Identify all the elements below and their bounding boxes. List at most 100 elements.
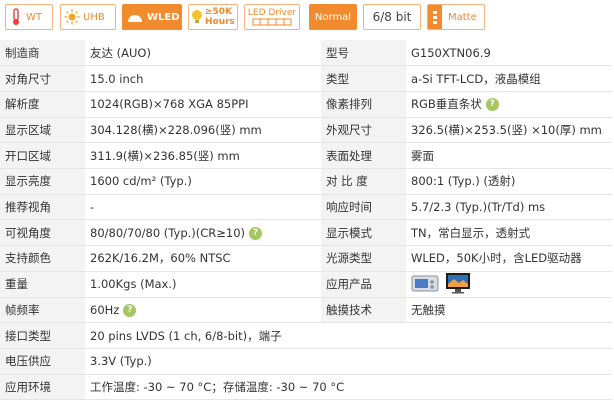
spec-value: TN，常白显示，透射式: [406, 219, 612, 246]
spec-value: [406, 271, 612, 298]
spec-value: 326.5(横)×253.5(竖) ×10(厚) mm: [406, 117, 612, 144]
spec-value: -: [85, 194, 321, 221]
spec-value-text: 15.0 inch: [90, 71, 144, 86]
spec-label: 解析度: [0, 91, 85, 118]
spec-label-text: 帧频率: [5, 303, 40, 318]
spec-value: RGB垂直条状?: [406, 91, 612, 118]
table-row: 电压供应 3.3V (Typ.): [0, 348, 612, 375]
badge-led-driver: LED Driver: [244, 4, 300, 30]
spec-value-text: 304.128(横)×228.096(竖) mm: [90, 122, 262, 137]
spec-label-text: 重量: [5, 277, 28, 292]
spec-label: 显示区域: [0, 117, 85, 144]
badge-label: UHB: [83, 11, 105, 23]
spec-label-text: 型号: [326, 45, 349, 60]
spec-value-text: 5.7/2.3 (Typ.)(Tr/Td) ms: [411, 199, 546, 214]
spec-label: 电压供应: [0, 348, 85, 375]
spec-label: 表面处理: [321, 142, 406, 169]
spec-value-text: 3.3V (Typ.): [90, 354, 152, 369]
question-icon[interactable]: ?: [485, 98, 499, 112]
spec-label: 响应时间: [321, 194, 406, 221]
badge-wt: WT: [5, 4, 53, 30]
spec-label-text: 制造商: [5, 45, 40, 60]
table-row: 应用环境 工作温度: -30 ~ 70 °C；存储温度: -30 ~ 70 °C: [0, 374, 612, 401]
spec-label-text: 类型: [326, 71, 349, 86]
spec-label-text: 电压供应: [5, 354, 51, 369]
spec-value: 5.7/2.3 (Typ.)(Tr/Td) ms: [406, 194, 612, 221]
spec-label-text: 响应时间: [326, 199, 372, 214]
spec-value: 304.128(横)×228.096(竖) mm: [85, 117, 321, 144]
spec-label-text: 显示亮度: [5, 174, 51, 189]
spec-label: 支持颜色: [0, 245, 85, 272]
thermometer-icon: [6, 8, 26, 26]
spec-label: 对 比 度: [321, 168, 406, 195]
sun-icon: [61, 9, 83, 25]
spec-value-text: 无触摸: [411, 303, 446, 318]
spec-label: 像素排列: [321, 91, 406, 118]
badge-hours: ≥50K Hours: [188, 4, 238, 30]
spec-label-text: 光源类型: [326, 251, 372, 266]
spec-value-text: a-Si TFT-LCD，液晶模组: [411, 71, 541, 86]
badge-bit: 6/8 bit: [363, 4, 421, 30]
spec-table: 制造商 友达 (AUO) 型号 G150XTN06.9 对角尺寸 15.0 inch 类型 a…: [0, 40, 612, 401]
spec-value-text: G150XTN06.9: [411, 45, 491, 60]
spec-value: 80/80/70/80 (Typ.)(CR≥10)?: [85, 219, 321, 246]
spec-label-text: 表面处理: [326, 148, 372, 163]
spec-value-text: 1600 cd/m² (Typ.): [90, 174, 192, 189]
spec-value-text: 1.00Kgs (Max.): [90, 277, 177, 292]
table-row: 可视角度 80/80/70/80 (Typ.)(CR≥10)? 显示模式 TN，常白显…: [0, 219, 612, 246]
spec-value-text: -: [90, 199, 95, 214]
badge-label: Normal: [314, 11, 352, 23]
spec-label: 应用产品: [321, 271, 406, 298]
badge-matte: Matte: [427, 4, 485, 30]
spec-label-text: 可视角度: [5, 225, 51, 240]
matte-icon: [428, 5, 442, 29]
spec-label: 推荐视角: [0, 194, 85, 221]
spec-label: 帧频率: [0, 297, 85, 324]
spec-value-text: 友达 (AUO): [90, 45, 151, 60]
spec-label-text: 触摸技术: [326, 303, 372, 318]
badge-wled: WLED: [122, 4, 182, 30]
badge-label: WLED: [147, 11, 180, 23]
spec-value: 800:1 (Typ.) (透射): [406, 168, 612, 195]
spec-value-text: 1024(RGB)×768 XGA 85PPI: [90, 97, 249, 112]
instrument-product-icon: [411, 273, 439, 296]
spec-label: 制造商: [0, 40, 85, 67]
spec-value-text: 326.5(横)×253.5(竖) ×10(厚) mm: [411, 122, 602, 137]
spec-label: 开口区域: [0, 142, 85, 169]
spec-label-text: 显示区域: [5, 122, 51, 137]
spec-value-text: 60Hz: [90, 303, 120, 318]
table-row: 重量 1.00Kgs (Max.) 应用产品: [0, 271, 612, 298]
spec-label-text: 像素排列: [326, 97, 372, 112]
spec-value-text: 311.9(横)×236.85(竖) mm: [90, 148, 240, 163]
table-row: 帧频率 60Hz? 触摸技术 无触摸: [0, 297, 612, 324]
spec-label-text: 应用产品: [326, 277, 372, 292]
spec-value: 雾面: [406, 142, 612, 169]
spec-value: a-Si TFT-LCD，液晶模组: [406, 65, 612, 92]
spec-value: G150XTN06.9: [406, 40, 612, 67]
table-row: 推荐视角 - 响应时间 5.7/2.3 (Typ.)(Tr/Td) ms: [0, 194, 612, 221]
table-row: 开口区域 311.9(横)×236.85(竖) mm 表面处理 雾面: [0, 142, 612, 169]
spec-value: 工作温度: -30 ~ 70 °C；存储温度: -30 ~ 70 °C: [85, 374, 612, 401]
badge-label: WT: [26, 11, 42, 23]
spec-label-text: 推荐视角: [5, 199, 51, 214]
table-row: 显示亮度 1600 cd/m² (Typ.) 对 比 度 800:1 (Typ.) (…: [0, 168, 612, 195]
spec-label-text: 解析度: [5, 97, 40, 112]
spec-value: 1600 cd/m² (Typ.): [85, 168, 321, 195]
spec-label-text: 支持颜色: [5, 251, 51, 266]
spec-value: 3.3V (Typ.): [85, 348, 612, 375]
badge-label: Matte: [448, 11, 477, 23]
table-row: 解析度 1024(RGB)×768 XGA 85PPI 像素排列 RGB垂直条状?: [0, 91, 612, 118]
question-icon[interactable]: ?: [249, 226, 263, 240]
spec-value: 友达 (AUO): [85, 40, 321, 67]
question-icon[interactable]: ?: [123, 304, 137, 318]
led-driver-icon: [252, 18, 292, 26]
spec-label: 显示模式: [321, 219, 406, 246]
spec-value-text: 20 pins LVDS (1 ch, 6/8-bit)，端子: [90, 328, 282, 343]
spec-value-text: 雾面: [411, 148, 434, 163]
spec-value: 15.0 inch: [85, 65, 321, 92]
table-row: 支持颜色 262K/16.2M，60% NTSC 光源类型 WLED，50K小时，含L…: [0, 245, 612, 272]
badge-uhb: UHB: [60, 4, 116, 30]
table-row: 制造商 友达 (AUO) 型号 G150XTN06.9: [0, 40, 612, 67]
spec-label: 触摸技术: [321, 297, 406, 324]
spec-value-text: RGB垂直条状: [411, 97, 482, 112]
